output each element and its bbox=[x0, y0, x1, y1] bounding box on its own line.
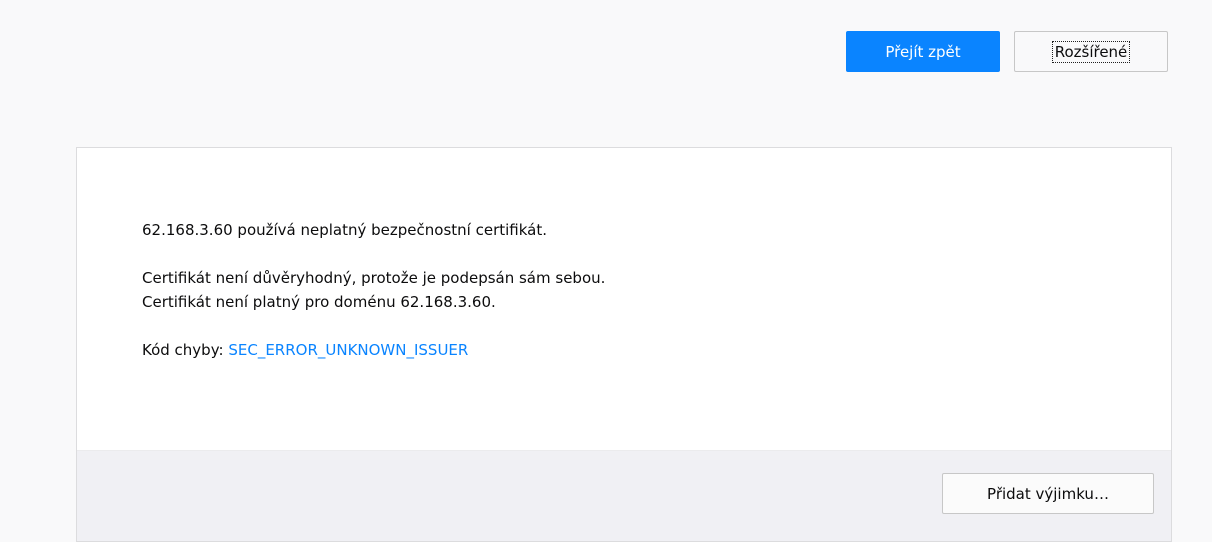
go-back-button[interactable]: Přejít zpět bbox=[846, 31, 1000, 72]
self-signed-message: Certifikát není důvěryhodný, protože je … bbox=[142, 269, 606, 287]
panel-footer: Přidat výjimku… bbox=[77, 450, 1171, 541]
error-code-label: Kód chyby: bbox=[142, 341, 224, 359]
error-code-line: Kód chyby: SEC_ERROR_UNKNOWN_ISSUER bbox=[142, 338, 605, 362]
advanced-button-label: Rozšířené bbox=[1051, 40, 1131, 63]
certificate-error-details: 62.168.3.60 používá neplatný bezpečnostn… bbox=[142, 218, 605, 362]
error-code-link[interactable]: SEC_ERROR_UNKNOWN_ISSUER bbox=[228, 341, 468, 359]
add-exception-button[interactable]: Přidat výjimku… bbox=[942, 473, 1154, 514]
invalid-certificate-message: 62.168.3.60 používá neplatný bezpečnostn… bbox=[142, 221, 547, 239]
advanced-info-panel: 62.168.3.60 používá neplatný bezpečnostn… bbox=[76, 147, 1172, 542]
advanced-button[interactable]: Rozšířené bbox=[1014, 31, 1168, 72]
domain-mismatch-message: Certifikát není platný pro doménu 62.168… bbox=[142, 293, 496, 311]
